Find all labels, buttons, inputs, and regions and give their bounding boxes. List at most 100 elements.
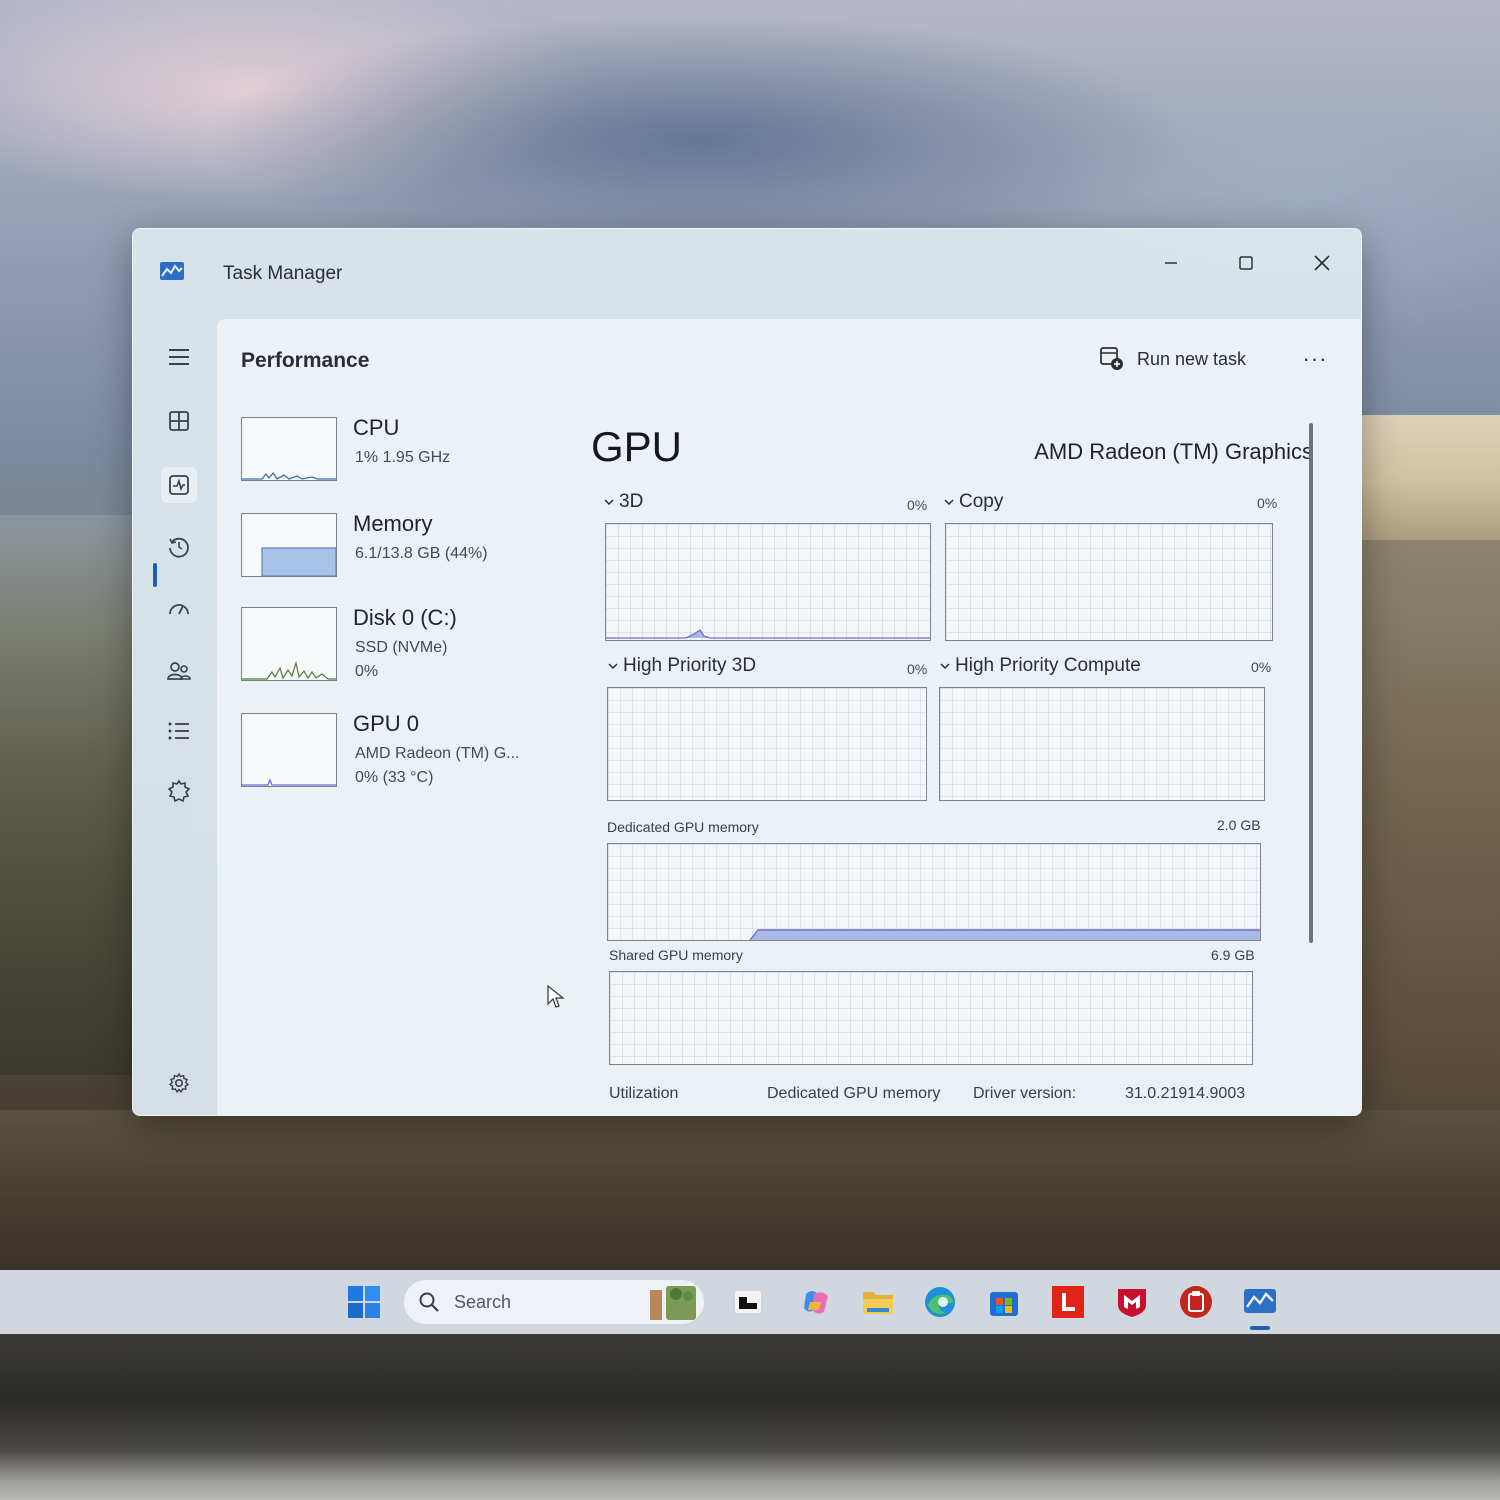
engine-label: Copy (959, 491, 1004, 512)
task-manager-taskbar-button[interactable] (1240, 1282, 1280, 1330)
dedicated-memory-label: Dedicated GPU memory (607, 819, 759, 835)
mouse-cursor-icon (547, 985, 565, 1008)
task-manager-app-icon (160, 262, 184, 280)
device-stat: AMD Radeon (TM) G... (355, 745, 520, 762)
services-icon (167, 779, 191, 803)
copilot-button[interactable] (796, 1282, 836, 1322)
maximize-icon (1239, 256, 1253, 270)
dedicated-memory-max: 2.0 GB (1217, 817, 1261, 833)
details-icon (168, 722, 189, 740)
engine-selector-3d[interactable]: 3D (603, 491, 643, 513)
start-button[interactable] (344, 1282, 384, 1322)
nav-services[interactable] (161, 773, 197, 809)
device-stat: 1% 1.95 GHz (355, 449, 451, 466)
active-app-indicator (1250, 1326, 1270, 1330)
nav-active-indicator (153, 563, 157, 587)
driver-version-value: 31.0.21914.9003 (1125, 1085, 1246, 1102)
device-stat: 6.1/13.8 GB (44%) (355, 545, 488, 562)
chevron-down-icon (940, 663, 950, 670)
close-button[interactable] (1302, 243, 1342, 283)
device-item-gpu[interactable]: GPU 0 AMD Radeon (TM) G... 0% (33 °C) (241, 707, 571, 797)
mcafee-button[interactable] (1112, 1282, 1152, 1322)
chevron-down-icon (608, 663, 618, 670)
search-placeholder: Search (454, 1292, 512, 1312)
start-icon (348, 1286, 380, 1318)
page-title: Performance (241, 349, 370, 372)
minimize-button[interactable] (1151, 243, 1191, 283)
wallpaper-ground (0, 1110, 1500, 1270)
chevron-down-icon (604, 499, 614, 506)
engine-selector-high-priority-3d[interactable]: High Priority 3D (607, 655, 756, 677)
device-stat: 0% (355, 663, 379, 680)
office-button[interactable] (1176, 1282, 1216, 1322)
maximize-button[interactable] (1226, 243, 1266, 283)
task-manager-window: Task Manager Performance Run new task ··… (132, 228, 1362, 1116)
dedicated-stat-label: Dedicated GPU memory (767, 1085, 941, 1102)
users-icon (167, 662, 191, 680)
engine-percent: 0% (907, 661, 928, 677)
more-options-button[interactable]: ··· (1297, 341, 1333, 377)
graph-copy (945, 523, 1273, 641)
file-explorer-button[interactable] (858, 1282, 898, 1322)
title-bar[interactable]: Task Manager (133, 229, 1361, 317)
device-stat: 0% (33 °C) (355, 769, 434, 786)
nav-startup-apps[interactable] (161, 591, 197, 627)
edge-button[interactable] (920, 1282, 960, 1322)
nav-processes[interactable] (161, 403, 197, 439)
engine-percent: 0% (907, 497, 928, 513)
device-name: CPU (353, 415, 400, 440)
device-name: Memory (353, 511, 433, 536)
task-view-button[interactable] (728, 1282, 768, 1322)
mcafee-icon (1118, 1289, 1146, 1317)
gpu-title: GPU (591, 423, 683, 470)
file-explorer-icon (863, 1292, 893, 1314)
nav-app-history[interactable] (161, 529, 197, 565)
settings-icon (168, 1072, 190, 1093)
graph-high-priority-compute (939, 687, 1265, 801)
window-title: Task Manager (223, 263, 343, 284)
device-item-cpu[interactable]: CPU 1% 1.95 GHz (241, 411, 571, 501)
engine-selector-copy[interactable]: Copy (943, 491, 1003, 513)
engine-label: 3D (619, 491, 644, 512)
microsoft-store-button[interactable] (984, 1282, 1024, 1322)
device-item-disk[interactable]: Disk 0 (C:) SSD (NVMe) 0% (241, 601, 571, 691)
device-name: Disk 0 (C:) (353, 605, 457, 630)
processes-icon (169, 411, 189, 431)
lenovo-icon (1052, 1286, 1084, 1318)
graph-shared-memory (609, 971, 1253, 1065)
engine-percent: 0% (1251, 659, 1272, 675)
driver-version-label: Driver version: (973, 1085, 1077, 1102)
run-new-task-label: Run new task (1137, 348, 1247, 369)
taskbar: Search (0, 1270, 1500, 1334)
task-view-icon (735, 1291, 761, 1313)
engine-label: High Priority 3D (623, 655, 757, 676)
close-icon (1314, 255, 1330, 271)
nav-settings[interactable] (161, 1065, 197, 1101)
device-item-memory[interactable]: Memory 6.1/13.8 GB (44%) (241, 507, 571, 597)
run-new-task-button[interactable]: Run new task (1099, 341, 1246, 377)
hamburger-menu-button[interactable] (161, 339, 197, 375)
wallpaper-buildings (1350, 415, 1500, 545)
laptop-bezel (0, 1334, 1500, 1500)
store-icon (990, 1292, 1018, 1316)
nav-users[interactable] (161, 653, 197, 689)
minimize-icon (1165, 262, 1177, 264)
copilot-icon (804, 1291, 828, 1314)
app-history-icon (169, 537, 189, 558)
memory-thumbnail-graph (241, 513, 337, 577)
gpu-model: AMD Radeon (TM) Graphics (1034, 439, 1313, 464)
scrollbar[interactable] (1309, 423, 1313, 943)
navigation-rail (133, 319, 221, 1115)
office-icon (1180, 1286, 1212, 1318)
engine-percent: 0% (1257, 495, 1278, 511)
nav-details[interactable] (161, 713, 197, 749)
chevron-down-icon (944, 499, 954, 506)
gpu-thumbnail-graph (241, 713, 337, 787)
search-icon (419, 1292, 439, 1312)
taskbar-search-box[interactable]: Search (404, 1280, 704, 1324)
task-manager-icon (1244, 1289, 1276, 1313)
graph-dedicated-memory (607, 843, 1261, 941)
nav-performance[interactable] (161, 467, 197, 503)
engine-selector-high-priority-compute[interactable]: High Priority Compute (939, 655, 1141, 677)
lenovo-vantage-button[interactable] (1048, 1282, 1088, 1322)
